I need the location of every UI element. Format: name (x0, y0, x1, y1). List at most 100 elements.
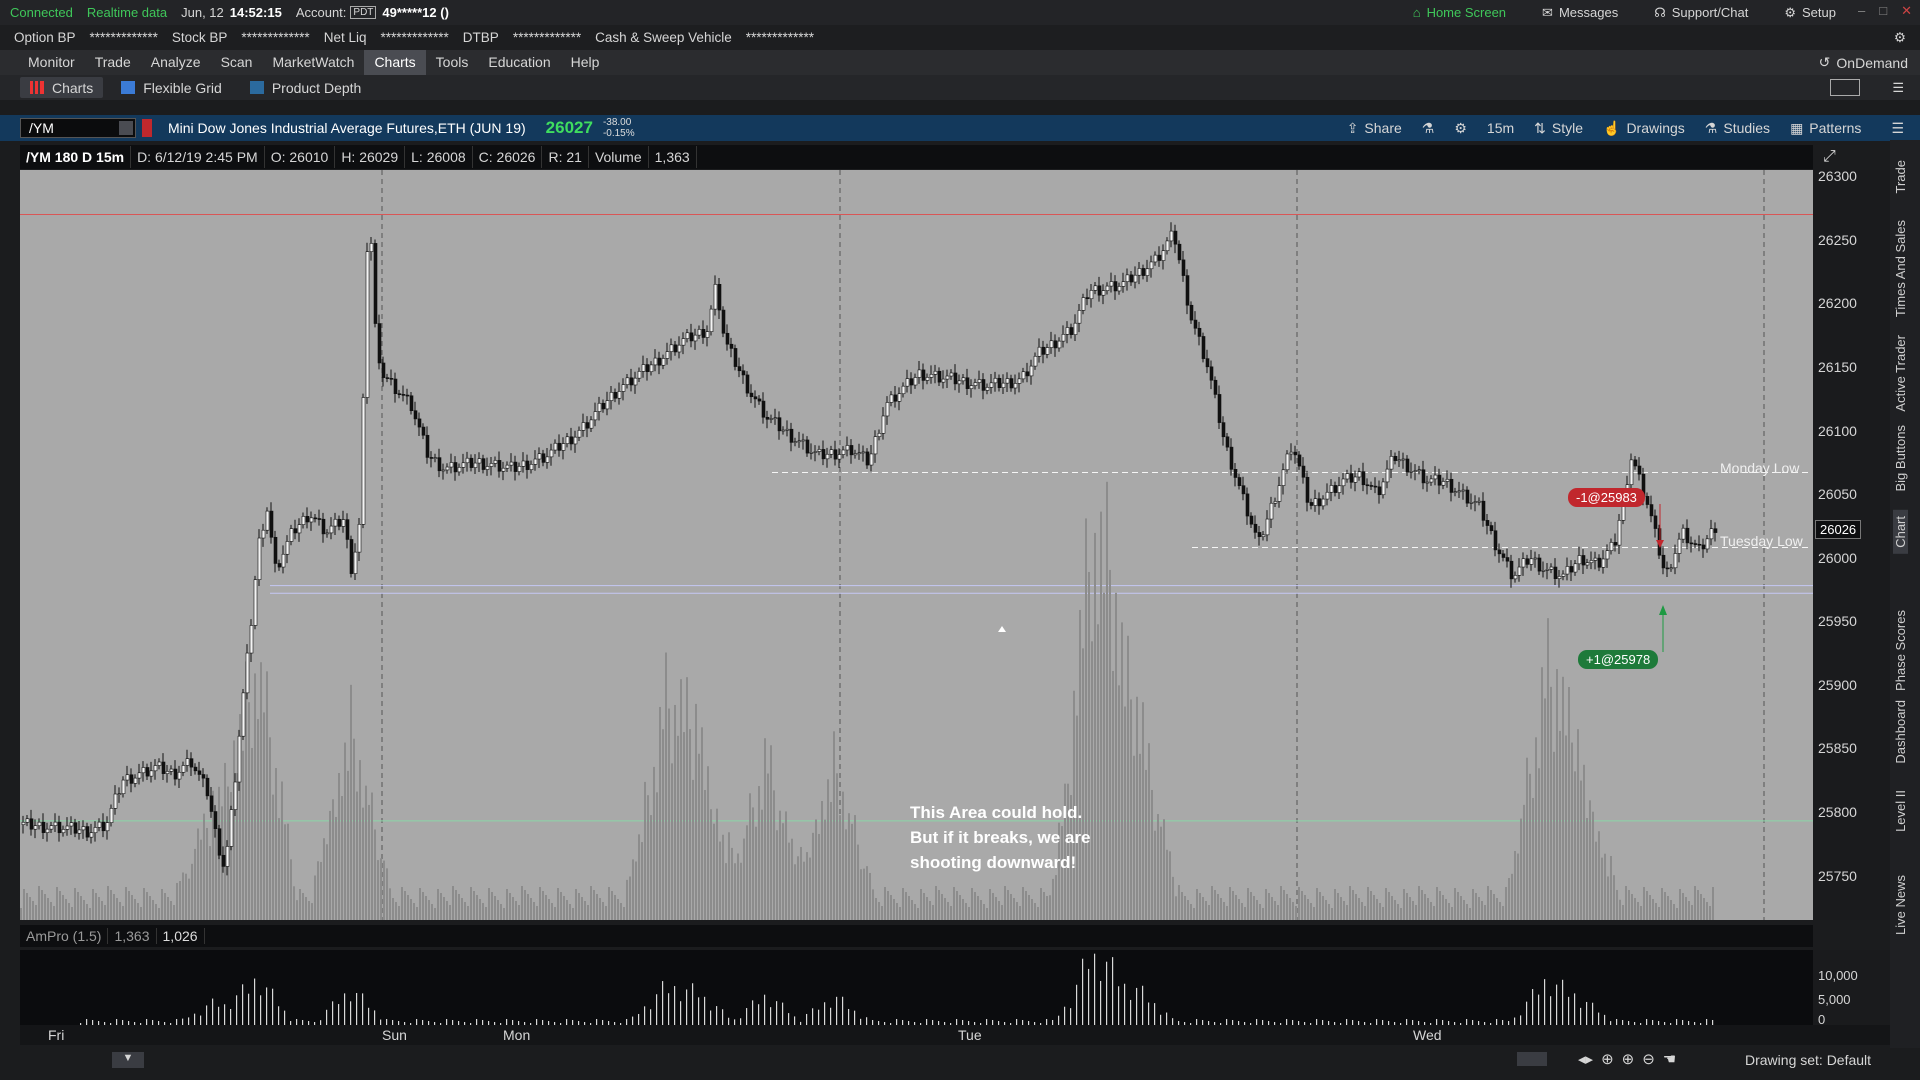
x-label-tue: Tue (958, 1027, 982, 1043)
candle-body (785, 428, 790, 431)
price-chart[interactable]: This Area could hold. But if it breaks, … (20, 170, 1813, 920)
volume-bar (197, 828, 199, 920)
menu-trade[interactable]: Trade (85, 50, 141, 75)
setup-button[interactable]: ⚙ Setup (1784, 5, 1836, 21)
minimize-icon[interactable]: – (1858, 3, 1865, 19)
volume-bar (320, 861, 322, 920)
candle-body (1473, 501, 1478, 503)
menu-education[interactable]: Education (478, 50, 560, 75)
pan-hand-icon[interactable]: ☚ (1663, 1050, 1676, 1068)
volume-bar (1427, 898, 1429, 920)
share-button[interactable]: ⇪ Share (1347, 120, 1402, 137)
scroll-arrows-icon[interactable]: ◂▸ (1578, 1050, 1593, 1068)
menu-analyze[interactable]: Analyze (141, 50, 211, 75)
menu-charts[interactable]: Charts (364, 50, 426, 75)
candle-body (429, 457, 434, 459)
candle-body (189, 758, 194, 768)
close-icon[interactable]: ✕ (1901, 3, 1912, 19)
timeframe-button[interactable]: 15m (1487, 120, 1514, 136)
menu-scan[interactable]: Scan (211, 50, 263, 75)
account-selector[interactable]: 49*****12 () (382, 5, 449, 20)
drawings-button[interactable]: ☝ Drawings (1603, 120, 1685, 137)
lower-study-panel[interactable] (20, 950, 1813, 1025)
vtab-live-news[interactable]: Live News (1893, 875, 1908, 935)
chart-annotation[interactable]: This Area could hold. But if it breaks, … (910, 800, 1130, 875)
volume-bar (497, 900, 499, 920)
candle-body (665, 351, 670, 359)
volume-bar (1322, 896, 1324, 920)
home-screen-button[interactable]: ⌂ Home Screen (1413, 5, 1506, 20)
volume-bar (152, 900, 154, 920)
vtab-big-buttons[interactable]: Big Buttons (1893, 425, 1908, 492)
tab-product-depth[interactable]: Product Depth (240, 77, 372, 98)
collapse-icon[interactable]: ▼ (112, 1052, 144, 1068)
volume-bar (788, 842, 790, 920)
layout-icon[interactable] (1830, 79, 1860, 96)
candle-body (569, 436, 574, 445)
volume-bar (392, 898, 394, 920)
scrollbar-thumb[interactable] (1517, 1052, 1547, 1066)
chevron-down-icon[interactable] (119, 121, 133, 135)
vtab-phase-scores[interactable]: Phase Scores (1893, 610, 1908, 691)
tab-flexible-grid[interactable]: Flexible Grid (111, 77, 232, 98)
candle-body (901, 385, 906, 395)
bar-open: O: 26010 (265, 146, 336, 168)
candle-body (717, 284, 722, 311)
volume-bar (653, 766, 655, 920)
vtab-active-trader[interactable]: Active Trader (1893, 335, 1908, 412)
menu-monitor[interactable]: Monitor (18, 50, 85, 75)
link-color-icon[interactable] (142, 119, 152, 137)
time-axis[interactable]: Fri Sun Mon Tue Wed (20, 1025, 1890, 1045)
y-tick: 26200 (1818, 295, 1857, 312)
candle-body (1009, 378, 1014, 389)
vtab-dashboard[interactable]: Dashboard (1893, 700, 1908, 764)
symbol-input[interactable]: /YM (20, 118, 136, 138)
volume-bar (719, 841, 721, 920)
buy-order-label[interactable]: +1@25978 (1578, 650, 1659, 669)
candle-body (1225, 436, 1230, 448)
maximize-icon[interactable]: □ (1879, 3, 1887, 19)
vtab-times-and-sales[interactable]: Times And Sales (1893, 220, 1908, 317)
candle-body (1017, 378, 1022, 384)
volume-bar (95, 893, 97, 920)
tab-charts[interactable]: Charts (20, 77, 104, 98)
candle-body (1193, 319, 1198, 329)
chart-menu-icon[interactable]: ☰ (1891, 120, 1904, 137)
menu-tools[interactable]: Tools (426, 50, 479, 75)
volume-bar (569, 904, 571, 920)
data-feed-status[interactable]: Realtime data (87, 5, 167, 20)
volume-bar (248, 702, 250, 920)
vtab-chart[interactable]: Chart (1893, 510, 1908, 554)
menu-marketwatch[interactable]: MarketWatch (262, 50, 364, 75)
volume-bar (329, 810, 331, 920)
volume-bar (1502, 906, 1504, 920)
volume-bar (860, 869, 862, 920)
messages-button[interactable]: ✉ Messages (1542, 5, 1618, 21)
candle-body (97, 821, 102, 828)
sell-order-label[interactable]: -1@25983 (1568, 488, 1645, 507)
support-chat-button[interactable]: ☊ Support/Chat (1654, 5, 1748, 21)
volume-bar (470, 887, 472, 920)
price-axis[interactable]: 26300 26250 26200 26150 26100 26050 26000 25950… (1813, 148, 1890, 920)
drawing-set-selector[interactable]: Drawing set: Default (1745, 1052, 1871, 1068)
patterns-button[interactable]: ▦ Patterns (1790, 120, 1861, 137)
flask-icon[interactable]: ⚗ (1422, 120, 1435, 137)
menu-icon[interactable]: ☰ (1892, 80, 1904, 96)
volume-bar (1559, 730, 1561, 920)
studies-button[interactable]: ⚗ Studies (1705, 120, 1770, 137)
settings-gear-icon[interactable]: ⚙ (1894, 30, 1906, 46)
vtab-level-ii[interactable]: Level II (1893, 790, 1908, 832)
menu-help[interactable]: Help (561, 50, 610, 75)
ondemand-button[interactable]: ↺ OnDemand (1819, 54, 1908, 71)
style-button[interactable]: ⇅ Style (1534, 120, 1583, 137)
candle-body (253, 579, 258, 626)
volume-bar (1235, 895, 1237, 920)
zoom-in-icon[interactable]: ⊕ (1622, 1050, 1635, 1068)
chart-settings-gear-icon[interactable]: ⚙ (1454, 120, 1467, 137)
vtab-trade[interactable]: Trade (1893, 160, 1908, 193)
volume-bar (395, 902, 397, 920)
crosshair-icon[interactable]: ⊕ (1601, 1050, 1614, 1068)
zoom-out-icon[interactable]: ⊖ (1642, 1050, 1655, 1068)
axis-scale-icon[interactable]: ⤢ (1823, 148, 1836, 166)
volume-bar (1280, 886, 1282, 920)
